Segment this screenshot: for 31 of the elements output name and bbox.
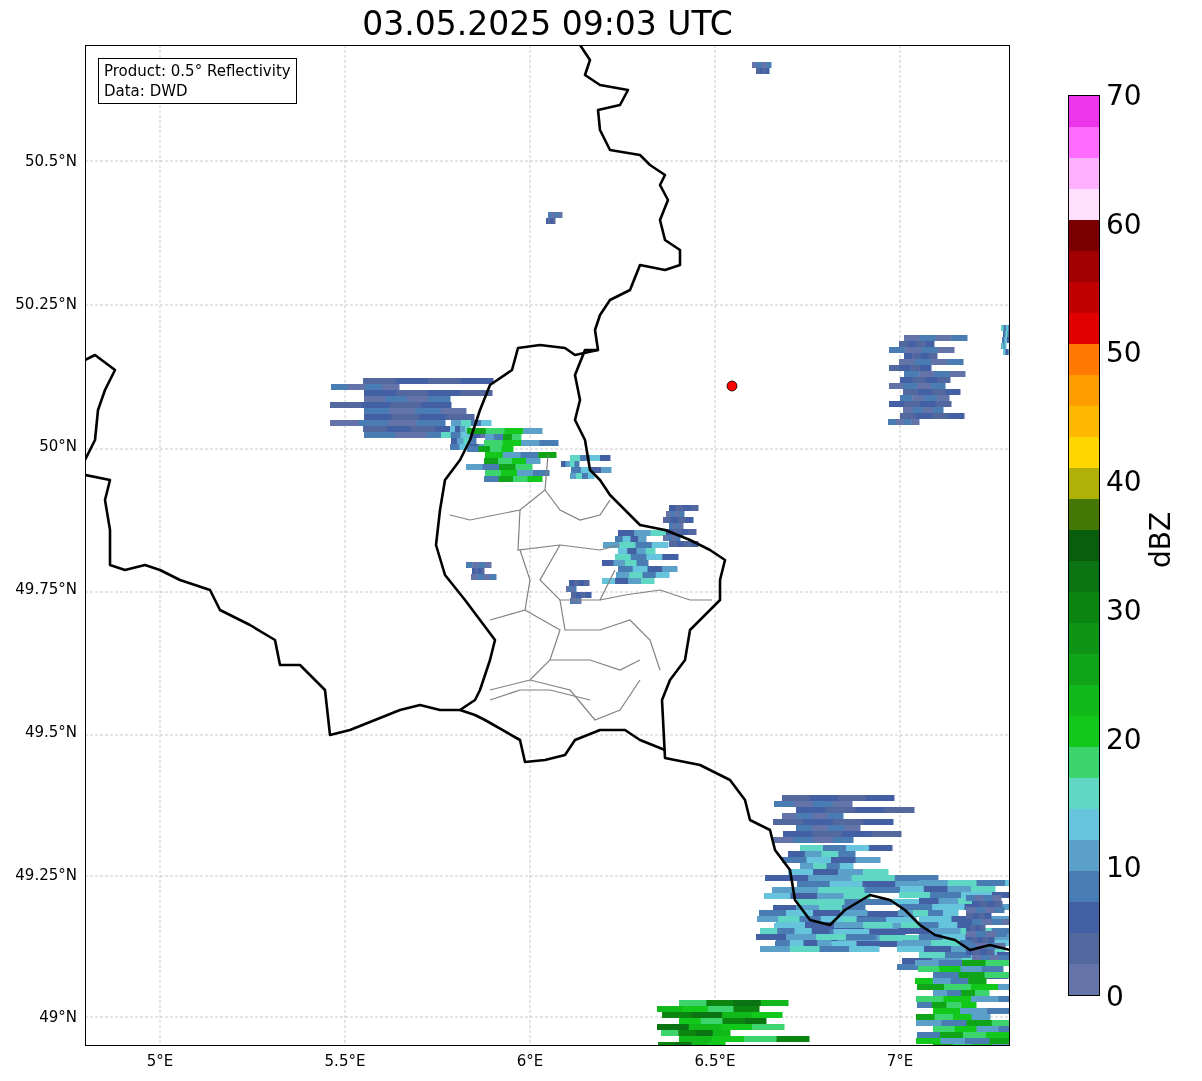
longitude-label: 5°E [146,1052,174,1070]
longitude-label: 7°E [886,1052,914,1070]
radar-echo [466,562,497,580]
colorbar-label: dBZ [1143,511,1177,569]
longitude-label: 6°E [516,1052,544,1070]
longitude-label: 6.5°E [694,1052,736,1070]
latitude-label: 49.5°N [24,722,77,741]
radar-echo [561,455,612,479]
latitude-label: 49°N [39,1008,77,1027]
radar-echo [546,212,563,224]
colorbar-tick-label: 20 [1106,722,1142,756]
colorbar-tick-label: 10 [1106,850,1142,884]
colorbar-tick-label: 40 [1106,464,1142,498]
latitude-label: 50.5°N [24,152,77,170]
radar-echo [566,580,592,604]
chart-title: 03.05.2025 09:03 UTC [361,3,734,45]
latitude-label: 50°N [39,437,77,456]
radar-echo [1001,325,1009,355]
latitude-label: 49.25°N [15,865,77,884]
colorbar-tick-label: 70 [1106,78,1142,112]
legend-text: Product: 0.5° Reflectivity [104,61,291,81]
latitude-label: 50.25°N [15,294,77,313]
legend-text: Data: DWD [104,81,189,101]
colorbar-tick-label: 0 [1106,979,1124,1013]
radar-site-marker [726,380,738,392]
colorbar-tick-label: 30 [1106,593,1142,627]
latitude-label: 49.75°N [15,580,77,599]
longitude-label: 5.5°E [324,1052,366,1070]
colorbar-tick-label: 60 [1106,207,1142,241]
radar-echo [752,62,772,74]
colorbar-tick-label: 50 [1106,335,1142,369]
